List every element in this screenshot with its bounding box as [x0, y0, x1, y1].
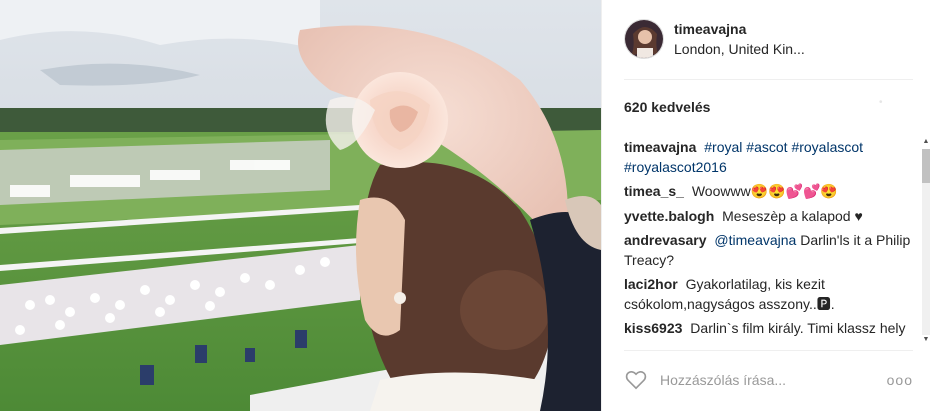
comment-item: kiss6923 Darlin`s film király. Timi klas…	[624, 319, 914, 344]
comment-username-link[interactable]: andrevasary	[624, 232, 707, 248]
likes-count[interactable]: 620 kedvelés	[624, 99, 710, 115]
comment-text: Meseszèp a kalapod ♥	[722, 207, 863, 224]
like-button[interactable]	[624, 368, 648, 392]
caption-username-link[interactable]: timeavajna	[624, 139, 696, 155]
comments-scrollbar[interactable]: ▲ ▼	[920, 137, 932, 345]
more-options-icon[interactable]: ooo	[887, 372, 913, 388]
post-location-link[interactable]: London, United Kin...	[674, 39, 805, 59]
heart-outline-icon	[625, 371, 647, 390]
comment-username-link[interactable]: laci2hor	[624, 276, 678, 292]
scroll-up-arrow-icon[interactable]: ▲	[922, 137, 930, 147]
mention-link[interactable]: @timeavajna	[714, 232, 796, 248]
header-divider	[624, 79, 913, 80]
comment-text: Woowww😍😍💕💕😍	[691, 183, 838, 199]
post-photo[interactable]	[0, 0, 601, 411]
photo-image	[0, 0, 601, 411]
hashtag-link[interactable]: #ascot	[746, 139, 787, 155]
hashtag-link[interactable]: #royalascot2016	[624, 159, 727, 175]
comment-item: timea_s_ Woowww😍😍💕💕😍	[624, 182, 914, 202]
caption: timeavajna #royal #ascot #royalascot #ro…	[624, 138, 914, 177]
comment-item: laci2hor Gyakorlatilag, kis kezit csókol…	[624, 275, 914, 314]
avatar-image	[625, 20, 663, 58]
post-header: timeavajna London, United Kin...	[602, 0, 932, 78]
scrollbar-thumb[interactable]	[922, 149, 930, 183]
likes-dot-icon: •	[879, 97, 883, 108]
comment-username-link[interactable]: kiss6923	[624, 320, 682, 336]
comment-username-link[interactable]: yvette.balogh	[624, 208, 714, 224]
comment-item: andrevasary @timeavajna Darlin'ls it a P…	[624, 231, 914, 270]
footer-divider	[624, 350, 913, 351]
comment-item: yvette.balogh Meseszèp a kalapod ♥	[624, 207, 914, 227]
instagram-post-view: timeavajna London, United Kin... 620 ked…	[0, 0, 932, 411]
comments-list: timeavajna #royal #ascot #royalascot #ro…	[624, 138, 914, 344]
avatar[interactable]	[624, 19, 664, 59]
post-sidebar: timeavajna London, United Kin... 620 ked…	[601, 0, 932, 411]
comment-bar: Hozzászólás írása... ooo	[624, 362, 913, 398]
comment-username-link[interactable]: timea_s_	[624, 183, 684, 199]
scroll-down-arrow-icon[interactable]: ▼	[922, 335, 930, 345]
comment-input[interactable]: Hozzászólás írása...	[660, 372, 887, 388]
hashtag-link[interactable]: #royal	[704, 139, 742, 155]
hashtag-link[interactable]: #royalascot	[791, 139, 863, 155]
post-username-link[interactable]: timeavajna	[674, 19, 805, 39]
